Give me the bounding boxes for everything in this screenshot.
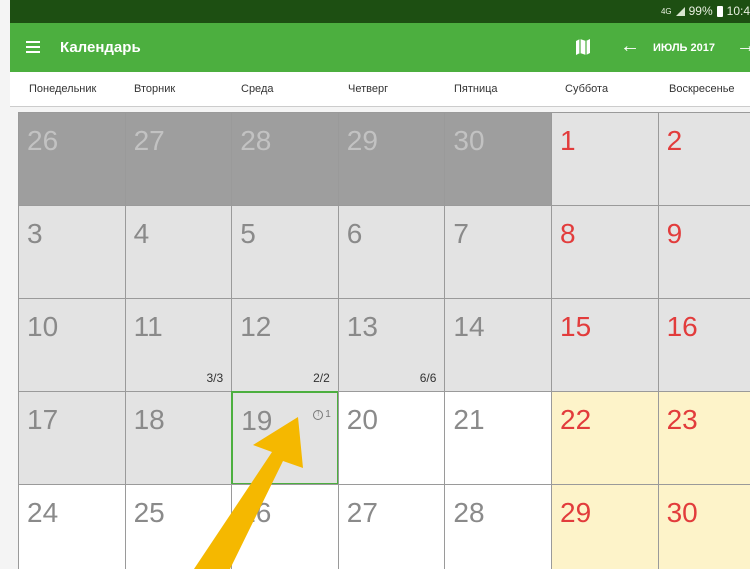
day-number: 2 [666, 125, 683, 156]
calendar-day[interactable]: 23 [657, 391, 750, 485]
alert-icon: ! [313, 409, 324, 420]
task-count: 2/2 [313, 371, 330, 385]
day-number: 25 [133, 497, 165, 528]
weekday-label: Среда [241, 83, 274, 95]
signal-icon [675, 6, 685, 16]
day-number: 6 [346, 218, 363, 249]
status-bar: 4G 99% 10:4 [10, 0, 750, 23]
day-number: 10 [27, 311, 59, 342]
weekday-label: Четверг [348, 83, 389, 95]
calendar-day[interactable]: 16 [657, 298, 750, 392]
day-number: 12 [240, 311, 272, 342]
calendar-day[interactable]: 18 [124, 391, 233, 485]
month-label[interactable]: ИЮЛЬ 2017 [653, 42, 715, 54]
day-number: 26 [240, 497, 272, 528]
day-number: 13 [346, 311, 378, 342]
calendar-day[interactable]: 17 [18, 391, 126, 485]
alert-count: 1 [325, 409, 331, 420]
arrow-left-icon[interactable]: ← [620, 35, 640, 58]
calendar-day[interactable]: 5 [231, 205, 339, 299]
hamburger-menu-icon[interactable] [26, 41, 40, 53]
calendar-day[interactable]: 1 [551, 112, 659, 206]
arrow-right-icon[interactable]: → [736, 35, 750, 58]
calendar-day[interactable]: 20 [337, 391, 446, 485]
calendar-day[interactable]: 24 [18, 484, 126, 569]
day-number: 28 [453, 497, 485, 528]
calendar-day[interactable]: 26 [18, 112, 126, 206]
day-number: 21 [453, 404, 485, 435]
calendar-day[interactable]: 8 [551, 205, 659, 299]
weekday-label: Понедельник [29, 83, 97, 95]
calendar-day[interactable]: 2 [657, 112, 750, 206]
app-title: Календарь [60, 39, 141, 56]
day-number: 30 [666, 497, 698, 528]
calendar-grid: 26 27 28 29 30 1 2 3 4 5 6 7 8 9 10 11 3/3 12 2/2 13 6/6 14 15… [18, 112, 750, 569]
map-icon[interactable] [576, 39, 590, 55]
day-number: 9 [666, 218, 683, 249]
calendar-day[interactable]: 6 [337, 205, 446, 299]
clock: 10:4 [726, 4, 750, 18]
calendar-day[interactable]: 21 [444, 391, 552, 485]
day-number: 7 [453, 218, 469, 249]
calendar-day[interactable]: 10 [18, 298, 126, 392]
calendar-day[interactable]: 30 [657, 484, 750, 569]
day-number: 16 [666, 311, 698, 342]
day-number: 3 [27, 218, 43, 249]
day-number: 19 [241, 405, 273, 436]
weekday-label: Вторник [134, 83, 176, 95]
day-number: 24 [27, 497, 59, 528]
day-number: 11 [133, 311, 163, 342]
day-number: 29 [560, 497, 592, 528]
weekday-label: Пятница [454, 83, 498, 95]
calendar-day-today[interactable]: 19! 1 [231, 391, 339, 485]
day-number: 30 [453, 125, 485, 156]
calendar-day[interactable]: 26 [231, 484, 339, 569]
day-number: 1 [560, 125, 576, 156]
day-number: 23 [666, 404, 698, 435]
calendar-day[interactable]: 12 2/2 [231, 298, 339, 392]
day-number: 29 [346, 125, 378, 156]
calendar-day[interactable]: 13 6/6 [337, 298, 446, 392]
day-number: 26 [27, 125, 59, 156]
battery-icon [716, 5, 723, 17]
calendar-day[interactable]: 30 [444, 112, 552, 206]
calendar-day[interactable]: 25 [124, 484, 233, 569]
weekday-label: Суббота [565, 83, 609, 95]
calendar-day[interactable]: 3 [18, 205, 126, 299]
day-number: 4 [133, 218, 150, 249]
day-number: 28 [240, 125, 272, 156]
calendar-day[interactable]: 28 [444, 484, 552, 569]
calendar-day[interactable]: 7 [444, 205, 552, 299]
calendar-day[interactable]: 14 [444, 298, 552, 392]
weekday-label: Воскресенье [669, 83, 735, 95]
battery-percent: 99% [688, 4, 713, 18]
task-count: 6/6 [419, 371, 437, 385]
alert-badge: ! 1 [313, 409, 331, 420]
calendar-day[interactable]: 28 [231, 112, 339, 206]
day-number: 27 [346, 497, 378, 528]
task-count: 3/3 [206, 371, 224, 385]
day-number: 14 [453, 311, 485, 342]
day-number: 5 [240, 218, 256, 249]
calendar-day[interactable]: 4 [124, 205, 233, 299]
calendar-day[interactable]: 9 [657, 205, 750, 299]
network-type: 4G [660, 6, 672, 16]
day-number: 8 [560, 218, 576, 249]
calendar-day[interactable]: 11 3/3 [124, 298, 233, 392]
day-number: 18 [133, 404, 165, 435]
day-number: 15 [560, 311, 592, 342]
calendar-day[interactable]: 29 [551, 484, 659, 569]
app-bar: Календарь ← ИЮЛЬ 2017 → [10, 23, 750, 72]
calendar-day[interactable]: 27 [337, 484, 446, 569]
weekday-header: Понедельник Вторник Среда Четверг Пятниц… [10, 72, 750, 107]
calendar-day[interactable]: 22 [551, 391, 659, 485]
day-number: 17 [27, 404, 59, 435]
day-number: 27 [133, 125, 165, 156]
calendar-day[interactable]: 27 [124, 112, 233, 206]
calendar-day[interactable]: 29 [337, 112, 446, 206]
day-number: 22 [560, 404, 592, 435]
day-number: 20 [346, 404, 378, 435]
calendar-day[interactable]: 15 [551, 298, 659, 392]
